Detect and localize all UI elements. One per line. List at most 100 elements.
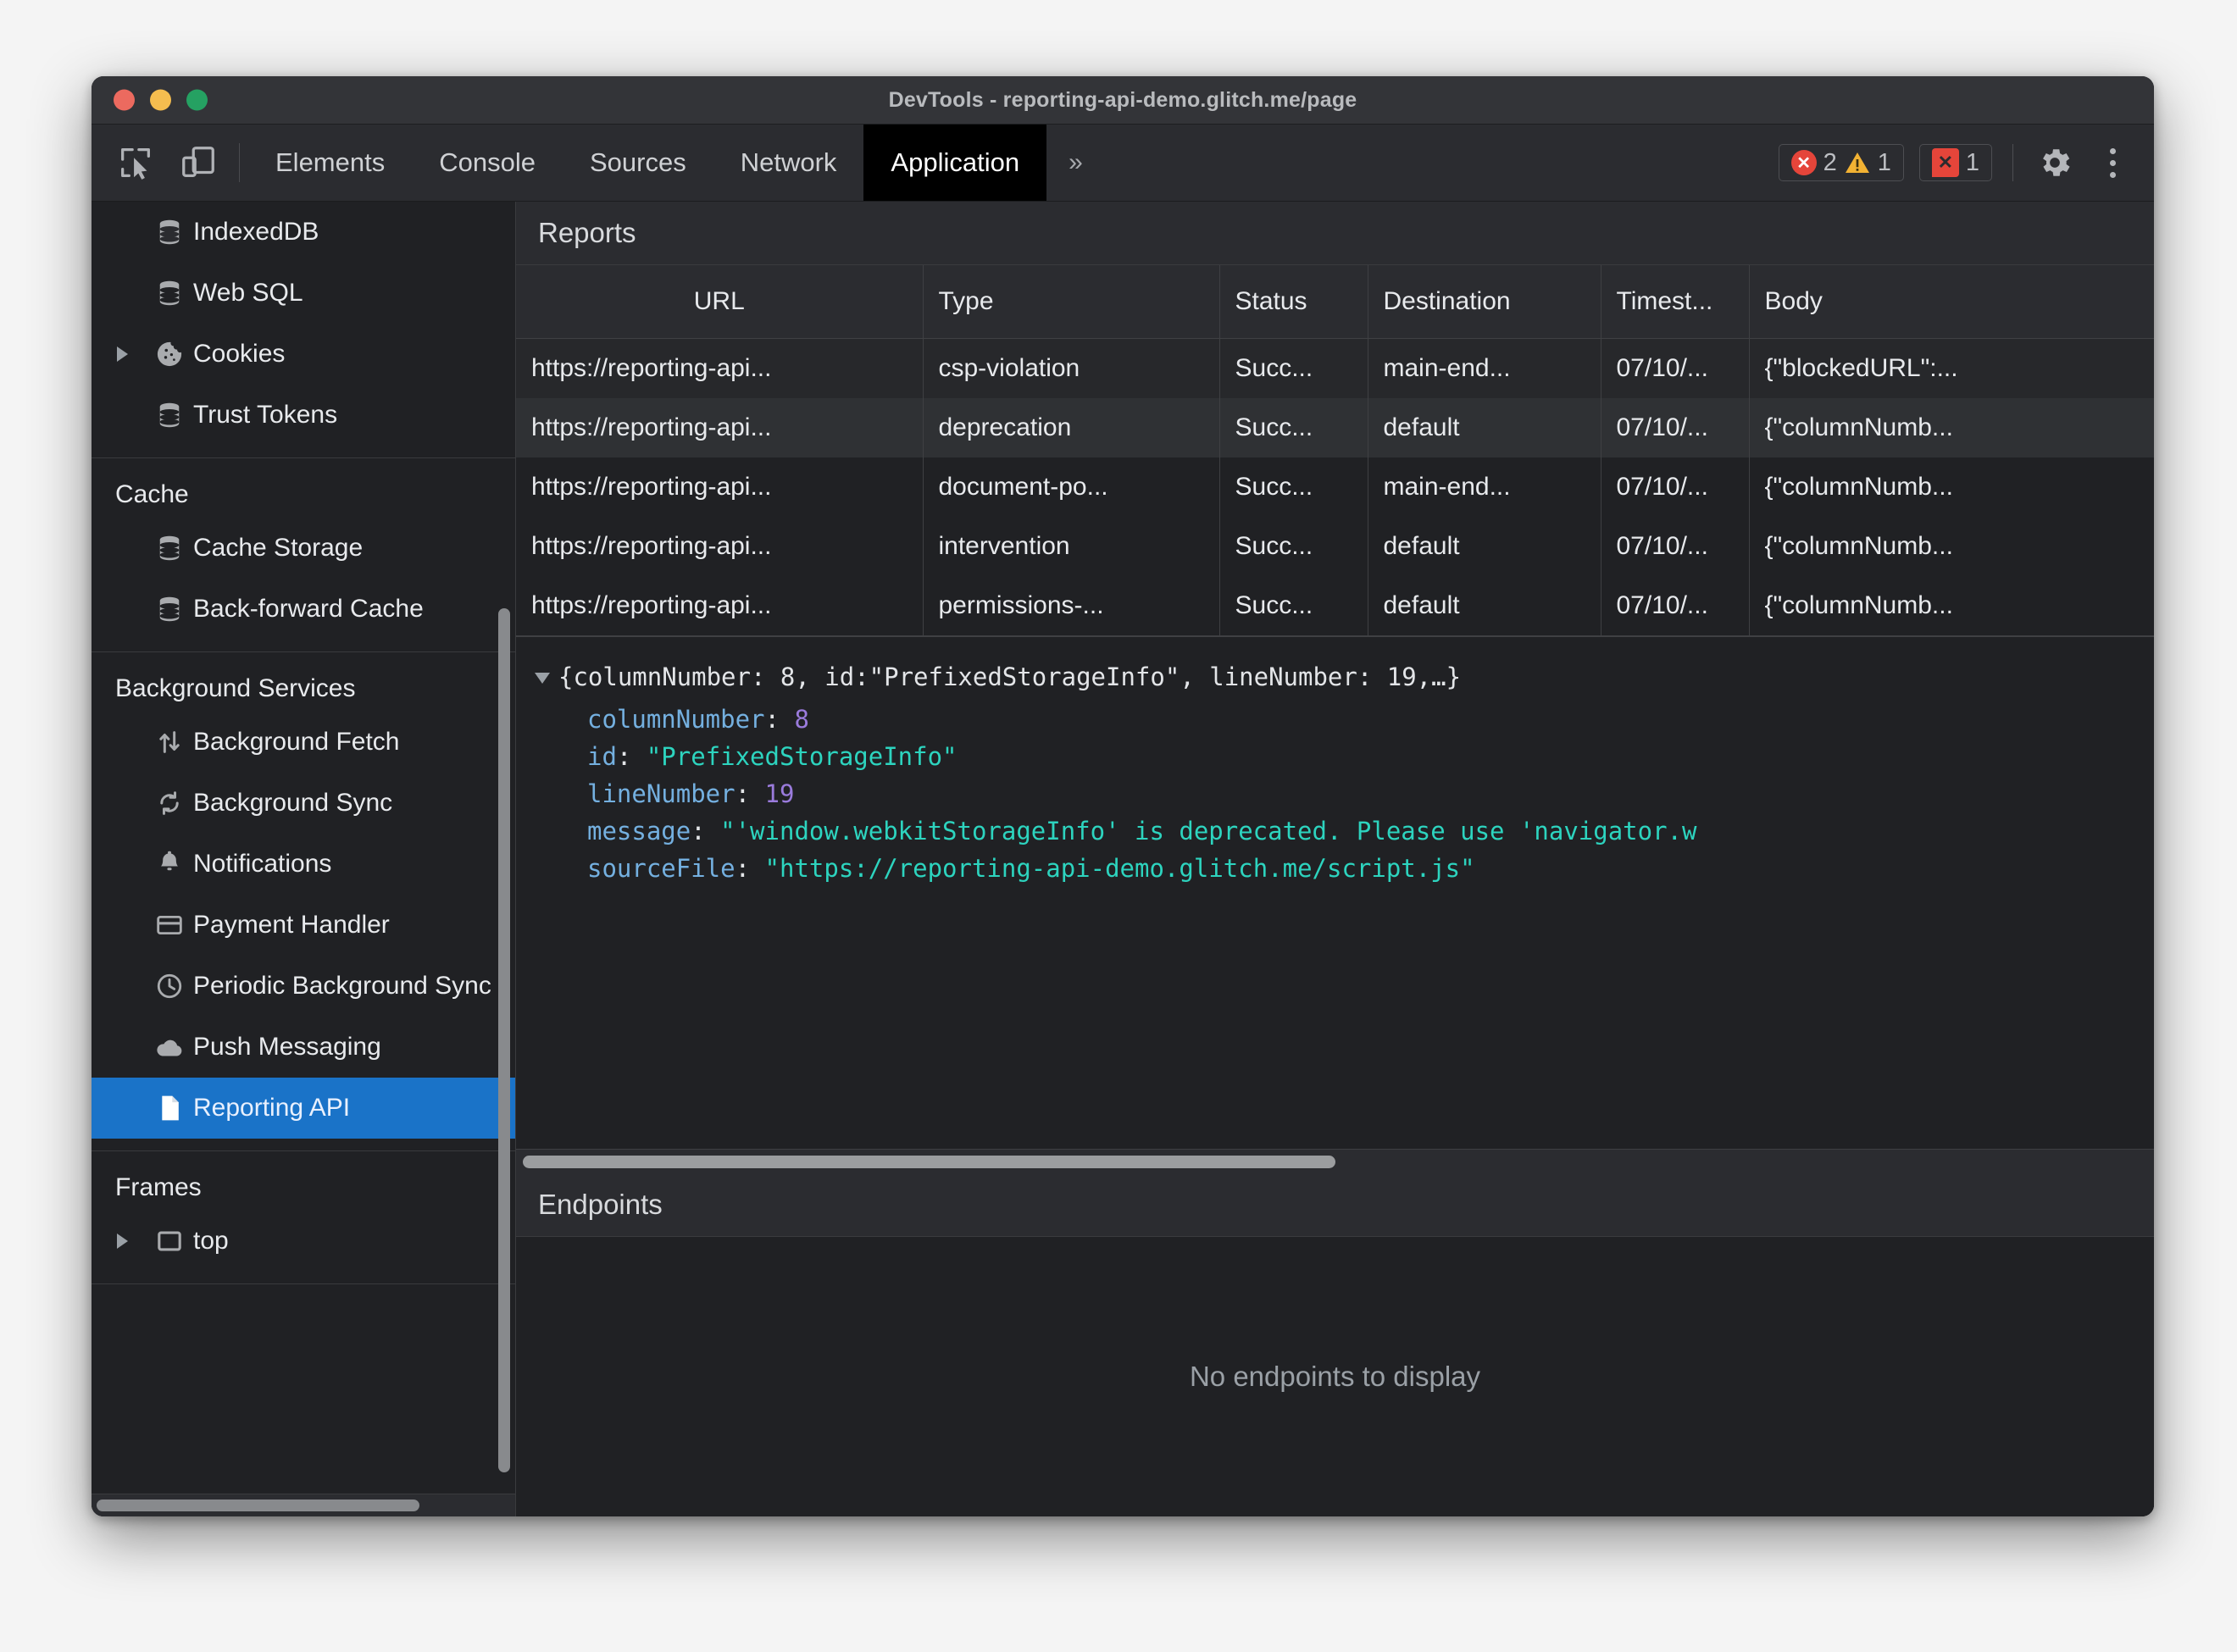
toolbar-left-icons — [92, 125, 236, 201]
cell-status: Succ... — [1219, 398, 1368, 457]
cell-type: document-po... — [923, 457, 1220, 517]
tab-network[interactable]: Network — [713, 125, 864, 201]
sidebar-item-background-sync[interactable]: Background Sync — [92, 773, 515, 834]
chevron-right-icon[interactable] — [117, 346, 146, 362]
sidebar-item-payment-handler[interactable]: Payment Handler — [92, 895, 515, 956]
kebab-menu-icon[interactable] — [2091, 141, 2134, 184]
reports-table: URL Type Status Destination Timest... Bo… — [516, 265, 2154, 636]
column-header-type[interactable]: Type — [923, 265, 1220, 339]
maximize-window-button[interactable] — [186, 89, 208, 111]
frame-icon — [146, 1227, 193, 1256]
error-count: 2 — [1823, 148, 1837, 176]
json-property-row[interactable]: id : "PrefixedStorageInfo" — [535, 739, 2154, 776]
scrollbar-thumb[interactable] — [97, 1500, 419, 1511]
json-property-row[interactable]: sourceFile : "https://reporting-api-demo… — [535, 851, 2154, 888]
table-row[interactable]: https://reporting-api... csp-violation S… — [516, 338, 2154, 398]
gear-icon[interactable] — [2034, 141, 2076, 184]
cell-destination: default — [1368, 517, 1601, 576]
sidebar-item-push-messaging[interactable]: Push Messaging — [92, 1017, 515, 1078]
cell-destination: main-end... — [1368, 457, 1601, 517]
sidebar-vertical-scrollbar[interactable] — [498, 608, 510, 1472]
json-colon: : — [691, 817, 721, 846]
sidebar-item-label: Web SQL — [193, 279, 303, 307]
device-toolbar-icon[interactable] — [173, 137, 224, 188]
json-property-row[interactable]: message : "'window.webkitStorageInfo' is… — [535, 813, 2154, 851]
main-panel: Reports URL Type Status Destination Time… — [516, 202, 2154, 1516]
endpoints-section-title: Endpoints — [516, 1173, 2154, 1237]
inspect-cursor-icon[interactable] — [110, 137, 161, 188]
json-value: "PrefixedStorageInfo" — [646, 742, 958, 772]
warning-count: 1 — [1877, 148, 1891, 176]
column-header-timestamp[interactable]: Timest... — [1601, 265, 1750, 339]
json-value: "https://reporting-api-demo.glitch.me/sc… — [764, 854, 1475, 884]
updown-arrows-icon — [146, 728, 193, 757]
sidebar-item-trust-tokens[interactable]: Trust Tokens — [92, 385, 515, 446]
json-property-row[interactable]: lineNumber : 19 — [535, 776, 2154, 813]
sidebar-item-background-fetch[interactable]: Background Fetch — [92, 712, 515, 773]
table-row[interactable]: https://reporting-api... intervention Su… — [516, 517, 2154, 576]
sidebar-item-back-forward-cache[interactable]: Back-forward Cache — [92, 579, 515, 640]
json-summary-row[interactable]: {columnNumber: 8, id: "PrefixedStorageIn… — [535, 659, 2154, 696]
console-counters[interactable]: ✕ 2 1 — [1778, 144, 1904, 181]
table-row[interactable]: https://reporting-api... deprecation Suc… — [516, 398, 2154, 457]
tab-elements[interactable]: Elements — [248, 125, 412, 201]
issue-count: 1 — [1965, 148, 1979, 176]
reports-table-container: URL Type Status Destination Timest... Bo… — [516, 265, 2154, 636]
page-root: DevTools - reporting-api-demo.glitch.me/… — [0, 0, 2237, 1652]
column-header-body[interactable]: Body — [1749, 265, 2154, 339]
minimize-window-button[interactable] — [150, 89, 171, 111]
issues-counter[interactable]: ✕ 1 — [1918, 144, 1992, 181]
sidebar-group-cache: Cache Cache Storage Back-forward Cache — [92, 458, 515, 652]
json-colon: : — [616, 742, 647, 772]
cell-status: Succ... — [1219, 517, 1368, 576]
column-header-url[interactable]: URL — [516, 265, 924, 339]
cell-body: {"columnNumb... — [1764, 473, 1953, 501]
table-row[interactable]: https://reporting-api... permissions-...… — [516, 576, 2154, 636]
tab-sources[interactable]: Sources — [563, 125, 713, 201]
json-key: id — [587, 742, 617, 772]
sidebar-item-cookies[interactable]: Cookies — [92, 324, 515, 385]
warning-icon — [1844, 150, 1871, 175]
table-row[interactable]: https://reporting-api... document-po... … — [516, 457, 2154, 517]
sidebar-item-cache-storage[interactable]: Cache Storage — [92, 518, 515, 579]
sidebar-item-label: Background Sync — [193, 789, 393, 817]
scrollbar-thumb[interactable] — [523, 1155, 1335, 1168]
tab-console[interactable]: Console — [412, 125, 563, 201]
cell-timestamp: 07/10/... — [1601, 576, 1750, 636]
close-window-button[interactable] — [114, 89, 135, 111]
column-header-destination[interactable]: Destination — [1368, 265, 1601, 339]
cell-body: {"columnNumb... — [1764, 591, 1953, 619]
toolbar-divider-right — [2012, 144, 2013, 181]
json-value: 8 — [794, 705, 809, 735]
window-titlebar: DevTools - reporting-api-demo.glitch.me/… — [92, 76, 2154, 125]
sidebar-item-indexeddb[interactable]: IndexedDB — [92, 202, 515, 263]
chevron-right-icon[interactable] — [117, 1233, 146, 1249]
sidebar-item-top-frame[interactable]: top — [92, 1211, 515, 1272]
sidebar-item-websql[interactable]: Web SQL — [92, 263, 515, 324]
tab-application[interactable]: Application — [863, 125, 1047, 201]
json-property-row[interactable]: columnNumber : 8 — [535, 701, 2154, 739]
sidebar-item-reporting-api[interactable]: Reporting API — [92, 1078, 515, 1139]
chevron-down-icon[interactable] — [535, 672, 550, 684]
cell-url: https://reporting-api... — [516, 576, 924, 636]
cell-destination: main-end... — [1368, 338, 1601, 398]
cell-type: permissions-... — [923, 576, 1220, 636]
cell-destination: default — [1368, 576, 1601, 636]
sidebar-item-periodic-background-sync[interactable]: Periodic Background Sync — [92, 956, 515, 1017]
database-icon — [146, 594, 193, 624]
json-horizontal-scrollbar[interactable] — [516, 1149, 2154, 1173]
window-controls[interactable] — [114, 89, 208, 111]
cell-timestamp: 07/10/... — [1601, 398, 1750, 457]
database-icon — [146, 533, 193, 563]
sidebar-item-label: Trust Tokens — [193, 401, 338, 429]
cell-body: {"columnNumb... — [1749, 398, 2154, 457]
json-colon: : — [735, 854, 765, 884]
sidebar-item-notifications[interactable]: Notifications — [92, 834, 515, 895]
json-value: 19 — [764, 779, 795, 809]
column-header-status[interactable]: Status — [1219, 265, 1368, 339]
more-tabs-button[interactable]: » — [1046, 125, 1105, 201]
issue-icon: ✕ — [1931, 148, 1959, 177]
json-key: lineNumber — [587, 779, 735, 809]
sidebar-horizontal-scrollbar[interactable] — [92, 1494, 515, 1516]
sidebar-item-label: Cache Storage — [193, 534, 364, 562]
